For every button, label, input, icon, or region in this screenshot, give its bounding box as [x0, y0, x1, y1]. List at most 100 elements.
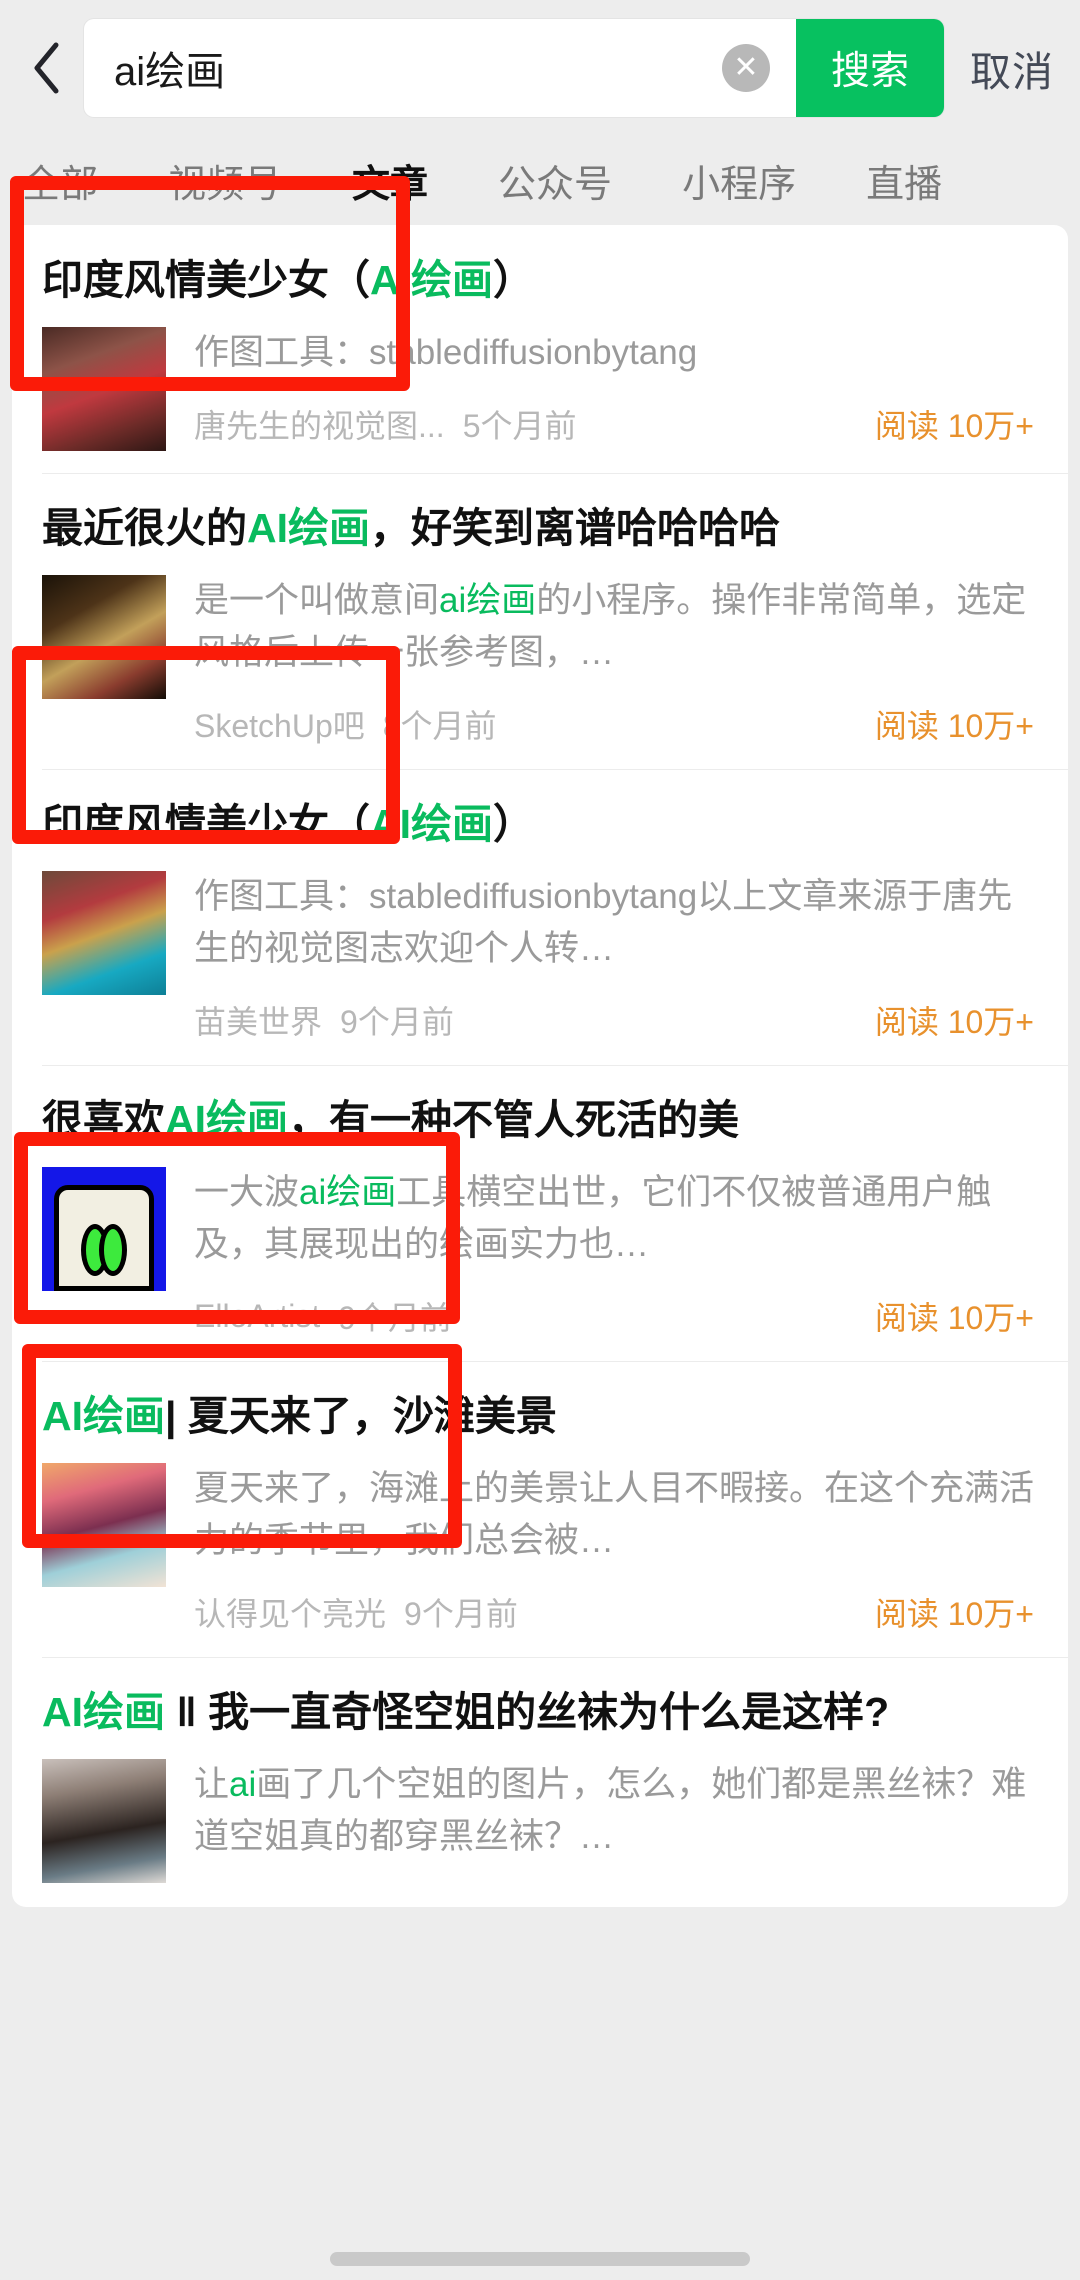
result-title-seg-2: ，好笑到离谱哈哈哈哈: [370, 505, 780, 551]
result-item[interactable]: AI绘画 ‖ 我一直奇怪空姐的丝袜为什么是这样? 让ai画了几个空姐的图片，怎么，…: [12, 1657, 1068, 1907]
result-meta: 唐先生的视觉图... 5个月前 阅读 10万+: [194, 401, 1038, 447]
result-body: 作图工具：stablediffusionbytang 唐先生的视觉图... 5个月前…: [42, 327, 1038, 451]
result-description-seg-0: 一大波: [194, 1173, 300, 1212]
result-description: 让ai画了几个空姐的图片，怎么，她们都是黑丝袜？难道空姐真的都穿黑丝袜？…: [194, 1759, 1038, 1863]
result-thumbnail: [42, 1167, 166, 1291]
result-title[interactable]: 印度风情美少女（AI绘画）: [42, 251, 1038, 309]
result-body: 是一个叫做意间ai绘画的小程序。操作非常简单，选定风格后上传一张参考图，… Ske…: [42, 575, 1038, 747]
result-title[interactable]: 印度风情美少女（AI绘画）: [42, 795, 1038, 853]
result-meta: 认得见个亮光 9个月前 阅读 10万+: [194, 1589, 1038, 1635]
result-text-column: 让ai画了几个空姐的图片，怎么，她们都是黑丝袜？难道空姐真的都穿黑丝袜？…: [194, 1759, 1038, 1885]
result-read-count: 阅读 10万+: [874, 1004, 1034, 1040]
result-title-seg-1: AI绘画: [370, 801, 493, 847]
tab-3[interactable]: 公众号: [498, 153, 612, 208]
search-results-list: 印度风情美少女（AI绘画） 作图工具：stablediffusionbytang 唐…: [12, 225, 1068, 1907]
result-item[interactable]: 最近很火的AI绘画，好笑到离谱哈哈哈哈是一个叫做意间ai绘画的小程序。操作非常简…: [12, 473, 1068, 769]
result-title-seg-0: AI绘画: [42, 1689, 165, 1735]
result-item[interactable]: 印度风情美少女（AI绘画） 作图工具：stablediffusionbytang 唐…: [12, 225, 1068, 473]
result-description-seg-0: 让: [194, 1765, 230, 1804]
result-title[interactable]: AI绘画| 夏天来了，沙滩美景: [42, 1387, 1038, 1445]
result-meta: 苗美世界 9个月前 阅读 10万+: [194, 997, 1038, 1043]
result-read-count: 阅读 10万+: [874, 408, 1034, 444]
result-author[interactable]: 认得见个亮光: [194, 1589, 386, 1635]
result-title-seg-2: ）: [493, 257, 534, 303]
result-title-seg-1: AI绘画: [165, 1097, 288, 1143]
result-read-count: 阅读 10万+: [874, 708, 1034, 744]
result-item[interactable]: AI绘画| 夏天来了，沙滩美景夏天来了，海滩上的美景让人目不暇接。在这个充满活力…: [12, 1361, 1068, 1657]
result-description: 作图工具：stablediffusionbytang: [194, 327, 1038, 379]
result-thumbnail: [42, 1463, 166, 1587]
cartoon-eye-right-icon: [99, 1224, 127, 1276]
result-author[interactable]: 唐先生的视觉图...: [194, 401, 445, 447]
result-time: 9个月前: [338, 1300, 453, 1336]
result-description-seg-0: 作图工具：stablediffusionbytang以上文章来源于唐先生的视觉图…: [194, 877, 1013, 968]
result-title-seg-2: ，有一种不管人死活的美: [288, 1097, 739, 1143]
result-thumbnail: [42, 327, 166, 451]
result-body: 一大波ai绘画工具横空出世，它们不仅被普通用户触及，其展现出的绘画实力也… Ell…: [42, 1167, 1038, 1339]
result-author[interactable]: 苗美世界: [194, 997, 322, 1043]
result-read-count: 阅读 10万+: [874, 1300, 1034, 1336]
result-description-seg-2: 画了几个空姐的图片，怎么，她们都是黑丝袜？难道空姐真的都穿黑丝袜？…: [194, 1765, 1027, 1856]
result-author[interactable]: SketchUp吧: [194, 701, 365, 747]
result-title-seg-0: 很喜欢: [42, 1097, 165, 1143]
result-text-column: 是一个叫做意间ai绘画的小程序。操作非常简单，选定风格后上传一张参考图，… Ske…: [194, 575, 1038, 747]
result-title-seg-0: 印度风情美少女（: [42, 801, 370, 847]
result-time: 9个月前: [404, 1596, 518, 1632]
result-description-seg-1: ai绘画: [439, 581, 537, 620]
result-time: 5个月前: [462, 408, 577, 444]
tab-2[interactable]: 文章: [352, 153, 428, 208]
result-text-column: 作图工具：stablediffusionbytang 唐先生的视觉图... 5个月前…: [194, 327, 1038, 447]
result-thumbnail: [42, 871, 166, 995]
result-title[interactable]: 最近很火的AI绘画，好笑到离谱哈哈哈哈: [42, 499, 1038, 557]
result-text-column: 夏天来了，海滩上的美景让人目不暇接。在这个充满活力的季节里，我们总会被… 认得见个…: [194, 1463, 1038, 1635]
cancel-button[interactable]: 取消: [970, 38, 1054, 98]
result-title-seg-1: | 夏天来了，沙滩美景: [165, 1393, 557, 1439]
result-time: 9个月前: [340, 1004, 454, 1040]
tab-0[interactable]: 全部: [22, 153, 98, 208]
result-thumbnail: [42, 1759, 166, 1883]
result-description: 夏天来了，海滩上的美景让人目不暇接。在这个充满活力的季节里，我们总会被…: [194, 1463, 1038, 1567]
result-title-seg-2: ）: [493, 801, 534, 847]
result-meta: ElloArtist 9个月前 阅读 10万+: [194, 1293, 1038, 1339]
result-description-seg-0: 作图工具：stablediffusionbytang: [194, 333, 698, 372]
search-bar: ✕ 搜索 取消: [0, 0, 1080, 135]
result-read-count: 阅读 10万+: [874, 1596, 1034, 1632]
app-screen: ✕ 搜索 取消 全部视频号文章公众号小程序直播 印度风情美少女（AI绘画）作图工…: [0, 0, 1080, 2280]
chevron-left-icon: [30, 40, 64, 96]
result-title-seg-0: 印度风情美少女（: [42, 257, 370, 303]
result-description-seg-1: ai绘画: [299, 1173, 397, 1212]
result-body: 夏天来了，海滩上的美景让人目不暇接。在这个充满活力的季节里，我们总会被… 认得见个…: [42, 1463, 1038, 1635]
tab-1[interactable]: 视频号: [168, 153, 282, 208]
result-item[interactable]: 很喜欢AI绘画，有一种不管人死活的美一大波ai绘画工具横空出世，它们不仅被普通用…: [12, 1065, 1068, 1361]
clear-search-icon[interactable]: ✕: [722, 43, 770, 92]
search-submit-button[interactable]: 搜索: [796, 18, 944, 117]
tab-4[interactable]: 小程序: [682, 153, 796, 208]
result-item[interactable]: 印度风情美少女（AI绘画） 作图工具：stablediffusionbytang以…: [12, 769, 1068, 1065]
back-button[interactable]: [16, 28, 78, 108]
result-text-column: 一大波ai绘画工具横空出世，它们不仅被普通用户触及，其展现出的绘画实力也… Ell…: [194, 1167, 1038, 1339]
result-thumbnail: [42, 575, 166, 699]
result-meta: SketchUp吧 8个月前 阅读 10万+: [194, 701, 1038, 747]
search-input[interactable]: [84, 18, 722, 117]
result-title-seg-1: AI绘画: [370, 257, 493, 303]
result-title-seg-1: AI绘画: [247, 505, 370, 551]
result-title[interactable]: AI绘画 ‖ 我一直奇怪空姐的丝袜为什么是这样?: [42, 1683, 1038, 1741]
result-description: 一大波ai绘画工具横空出世，它们不仅被普通用户触及，其展现出的绘画实力也…: [194, 1167, 1038, 1271]
search-field[interactable]: ✕ 搜索: [84, 18, 944, 117]
result-time: 8个月前: [382, 708, 497, 744]
result-description: 作图工具：stablediffusionbytang以上文章来源于唐先生的视觉图…: [194, 871, 1038, 975]
category-tabs: 全部 视频号 文章 公众号 小程序 直播: [0, 135, 1080, 225]
result-description-seg-0: 是一个叫做意间: [194, 581, 440, 620]
result-title-seg-0: 最近很火的: [42, 505, 247, 551]
result-title-seg-1: ‖ 我一直奇怪空姐的丝袜为什么是这样?: [165, 1689, 890, 1735]
result-body: 让ai画了几个空姐的图片，怎么，她们都是黑丝袜？难道空姐真的都穿黑丝袜？…: [42, 1759, 1038, 1885]
cartoon-face-icon: [54, 1185, 154, 1291]
result-text-column: 作图工具：stablediffusionbytang以上文章来源于唐先生的视觉图…: [194, 871, 1038, 1043]
result-description-seg-0: 夏天来了，海滩上的美景让人目不暇接。在这个充满活力的季节里，我们总会被…: [194, 1469, 1035, 1560]
scroll-handle[interactable]: [330, 2252, 750, 2266]
result-description-seg-1: ai: [229, 1765, 257, 1804]
result-title[interactable]: 很喜欢AI绘画，有一种不管人死活的美: [42, 1091, 1038, 1149]
tab-5[interactable]: 直播: [866, 153, 942, 208]
result-description: 是一个叫做意间ai绘画的小程序。操作非常简单，选定风格后上传一张参考图，…: [194, 575, 1038, 679]
result-author[interactable]: ElloArtist: [194, 1298, 320, 1335]
